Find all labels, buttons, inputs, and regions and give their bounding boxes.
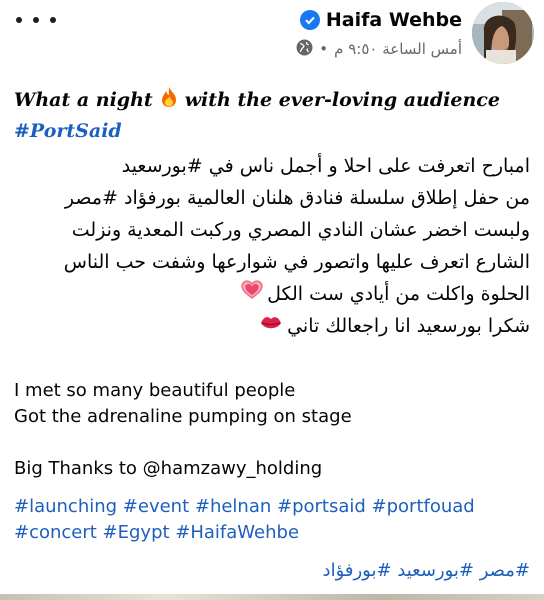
english-line	[14, 430, 534, 456]
more-dot	[16, 17, 22, 23]
author-avatar[interactable]	[472, 2, 534, 64]
kiss-lips-emoji-icon	[259, 310, 283, 342]
arabic-hashtags[interactable]: #مصر #بورسعيد #بورفؤاد	[323, 560, 530, 581]
post-header: Haifa Wehbe • أمس الساعة ٩:٥٠ م	[0, 0, 544, 70]
english-line: Got the adrenaline pumping on stage	[14, 406, 352, 427]
arabic-text-block: امبارح اتعرفت على احلا و أجمل ناس في #بو…	[10, 150, 530, 342]
more-dot	[50, 17, 56, 23]
arabic-line: الحلوة واكلت من أيادي ست الكل	[267, 283, 530, 305]
english-text-block: I met so many beautiful people Got the a…	[14, 378, 534, 482]
hashtag-line[interactable]: #launching #event #helnan #portsaid #por…	[14, 494, 534, 520]
post-timestamp[interactable]: أمس الساعة ٩:٥٠ م	[334, 40, 462, 58]
more-options-button[interactable]	[16, 10, 56, 30]
post-meta: • أمس الساعة ٩:٥٠ م	[296, 38, 462, 60]
hashtag-portsaid[interactable]: #PortSaid	[14, 120, 122, 142]
arabic-line: امبارح اتعرفت على احلا و أجمل ناس في #بو…	[121, 155, 530, 177]
arabic-line-with-kiss: شكرا بورسعيد انا راجعالك تاني	[10, 310, 530, 342]
arabic-line: من حفل إطلاق سلسلة فنادق هلنان العالمية …	[64, 187, 530, 209]
more-dot	[33, 17, 39, 23]
english-line: Big Thanks to @hamzawy_holding	[14, 458, 323, 479]
post-title: What a night with the ever-loving audien…	[14, 86, 500, 113]
arabic-line: شكرا بورسعيد انا راجعالك تاني	[287, 315, 530, 337]
title-text-before: What a night	[14, 88, 153, 111]
verified-badge-icon	[299, 10, 320, 30]
hashtags-block: #launching #event #helnan #portsaid #por…	[14, 494, 534, 546]
heart-emoji-icon	[241, 278, 263, 310]
arabic-line: ولبست اخضر عشان النادي المصري وركبت المع…	[71, 219, 530, 241]
meta-separator: •	[319, 40, 329, 58]
arabic-line: الشارع اتعرف عليها واتصور في شوارعها وشف…	[63, 251, 530, 273]
author-name[interactable]: Haifa Wehbe	[326, 9, 462, 31]
fire-emoji-icon	[159, 86, 179, 113]
bottom-edge	[0, 594, 544, 600]
english-line: I met so many beautiful people	[14, 380, 296, 401]
title-text-after: with the ever-loving audience	[184, 88, 500, 111]
hashtag-line[interactable]: #concert #Egypt #HaifaWehbe	[14, 520, 534, 546]
author-row: Haifa Wehbe	[299, 6, 462, 34]
arabic-line-with-heart: الحلوة واكلت من أيادي ست الكل	[10, 278, 530, 310]
globe-icon[interactable]	[296, 39, 313, 60]
